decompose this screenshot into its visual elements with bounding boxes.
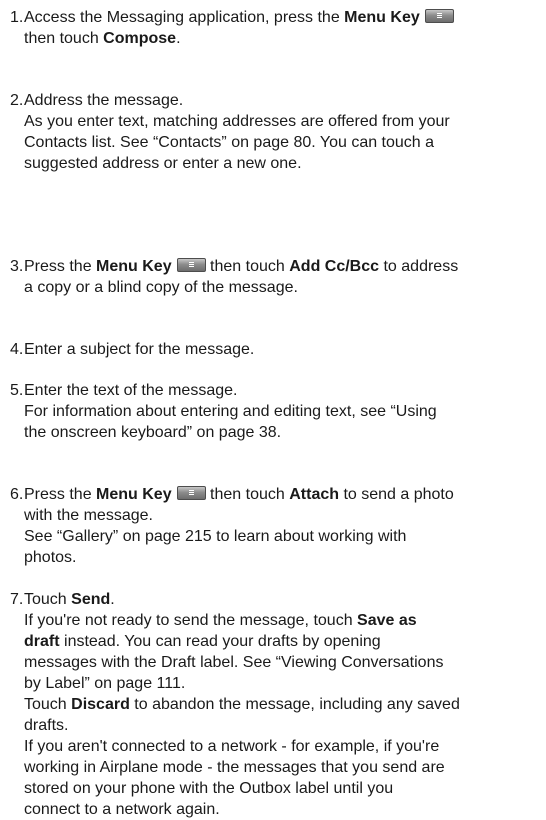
text-run: Contacts list. See “Contacts” on page 80… <box>24 134 435 151</box>
text-run: If you're not ready to send the message,… <box>24 612 358 629</box>
text-line: suggested address or enter a new one. <box>24 153 536 174</box>
ui-term: Menu Key <box>96 258 172 275</box>
instruction-document: 1. Access the Messaging application, pres… <box>0 0 546 818</box>
text-line: photos. <box>24 547 536 568</box>
text-run: . <box>110 591 115 608</box>
text-line: If you're not ready to send the message,… <box>24 610 536 631</box>
step-item: 4. Enter a subject for the message. <box>0 339 546 360</box>
text-line: See “Gallery” on page 215 to learn about… <box>24 526 536 547</box>
ui-term: draft <box>24 633 60 650</box>
step-number: 5. <box>10 382 24 399</box>
text-run: Touch <box>24 696 72 713</box>
text-run: If you aren't connected to a network - f… <box>24 738 440 755</box>
text-run: Press the <box>24 258 97 275</box>
text-run: . <box>176 30 181 47</box>
text-run: For information about entering and editi… <box>24 403 437 420</box>
text-line: As you enter text, matching addresses ar… <box>24 111 536 132</box>
text-line: connect to a network again. <box>24 799 536 820</box>
text-run: Enter a subject for the message. <box>24 341 255 358</box>
ui-term: Discard <box>71 696 130 713</box>
text-run: instead. You can read your drafts by ope… <box>59 633 381 650</box>
text-line: by Label” on page 111. <box>24 673 536 694</box>
text-run: a copy or a blind copy of the message. <box>24 279 298 296</box>
text-line: Enter a subject for the message. <box>24 339 536 360</box>
step-number: 1. <box>10 9 24 26</box>
text-run: stored on your phone with the Outbox lab… <box>24 780 394 797</box>
text-run: messages with the Draft label. See “View… <box>24 654 444 671</box>
text-run: by Label” on page 111. <box>24 675 186 692</box>
text-run: to send a photo <box>339 486 454 503</box>
text-line: a copy or a blind copy of the message. <box>24 277 536 298</box>
text-line: stored on your phone with the Outbox lab… <box>24 778 536 799</box>
text-run: with the message. <box>24 507 153 524</box>
text-line: with the message. <box>24 505 536 526</box>
text-line: then touch Compose. <box>24 28 536 49</box>
menu-key-icon <box>176 258 206 272</box>
step-text: Touch Send. If you're not ready to send t… <box>24 589 536 820</box>
text-line: Touch Discard to abandon the message, in… <box>24 694 536 715</box>
ui-term: Menu Key <box>344 9 420 26</box>
menu-key-icon <box>424 9 454 23</box>
text-run: Touch <box>24 591 72 608</box>
ui-term: Compose <box>103 30 177 47</box>
ui-term: Attach <box>289 486 340 503</box>
step-text: Enter a subject for the message. <box>24 339 536 360</box>
text-run: Press the <box>24 486 97 503</box>
text-run: working in Airplane mode - the messages … <box>24 759 445 776</box>
text-line: working in Airplane mode - the messages … <box>24 757 536 778</box>
text-run: the onscreen keyboard” on page 38. <box>24 424 282 441</box>
text-run: photos. <box>24 549 77 566</box>
ui-term: Menu Key <box>96 486 172 503</box>
text-line: Address the message. <box>24 90 536 111</box>
text-line: messages with the Draft label. See “View… <box>24 652 536 673</box>
text-line: Access the Messaging application, press … <box>24 7 536 28</box>
text-line: For information about entering and editi… <box>24 401 536 422</box>
step-number: 7. <box>10 591 24 608</box>
step-item: 7. Touch Send. If you're not ready to send… <box>0 589 546 820</box>
text-run: then touch <box>24 30 104 47</box>
text-line: Press the Menu Key then touch Attach to … <box>24 484 536 505</box>
step-text: Press the Menu Key then touch Add Cc/Bcc… <box>24 256 536 298</box>
step-item: 5. Enter the text of the message. For info… <box>0 380 546 443</box>
step-text: Press the Menu Key then touch Attach to … <box>24 484 536 568</box>
text-line: Contacts list. See “Contacts” on page 80… <box>24 132 536 153</box>
text-run: suggested address or enter a new one. <box>24 155 302 172</box>
step-number: 6. <box>10 486 24 503</box>
step-item: 6. Press the Menu Key then touch Attach t… <box>0 484 546 568</box>
ui-term: Send <box>71 591 111 608</box>
text-line: draft instead. You can read your drafts … <box>24 631 536 652</box>
text-run: Enter the text of the message. <box>24 382 238 399</box>
text-run: Access the Messaging application, press … <box>24 9 345 26</box>
text-run: Address the message. <box>24 92 184 109</box>
ui-term: Add Cc/Bcc <box>289 258 380 275</box>
step-text: Address the message. As you enter text, m… <box>24 90 536 174</box>
step-number: 3. <box>10 258 24 275</box>
text-run: drafts. <box>24 717 69 734</box>
text-run: As you enter text, matching addresses ar… <box>24 113 450 130</box>
text-run: to abandon the message, including any sa… <box>129 696 460 713</box>
text-line: If you aren't connected to a network - f… <box>24 736 536 757</box>
text-run: to address <box>379 258 459 275</box>
text-line: Touch Send. <box>24 589 536 610</box>
text-run: See “Gallery” on page 215 to learn about… <box>24 528 407 545</box>
ui-term: Save as <box>357 612 417 629</box>
menu-key-icon <box>176 486 206 500</box>
step-text: Access the Messaging application, press … <box>24 7 536 49</box>
text-line: Press the Menu Key then touch Add Cc/Bcc… <box>24 256 536 277</box>
text-line: drafts. <box>24 715 536 736</box>
step-item: 3. Press the Menu Key then touch Add Cc/B… <box>0 256 546 298</box>
step-number: 2. <box>10 92 24 109</box>
text-run: connect to a network again. <box>24 801 220 818</box>
text-line: Enter the text of the message. <box>24 380 536 401</box>
step-text: Enter the text of the message. For inform… <box>24 380 536 443</box>
text-run: then touch <box>205 258 290 275</box>
step-item: 1. Access the Messaging application, pres… <box>0 7 546 49</box>
step-item: 2. Address the message. As you enter text,… <box>0 90 546 174</box>
text-line: the onscreen keyboard” on page 38. <box>24 422 536 443</box>
text-run: then touch <box>205 486 290 503</box>
step-number: 4. <box>10 341 24 358</box>
